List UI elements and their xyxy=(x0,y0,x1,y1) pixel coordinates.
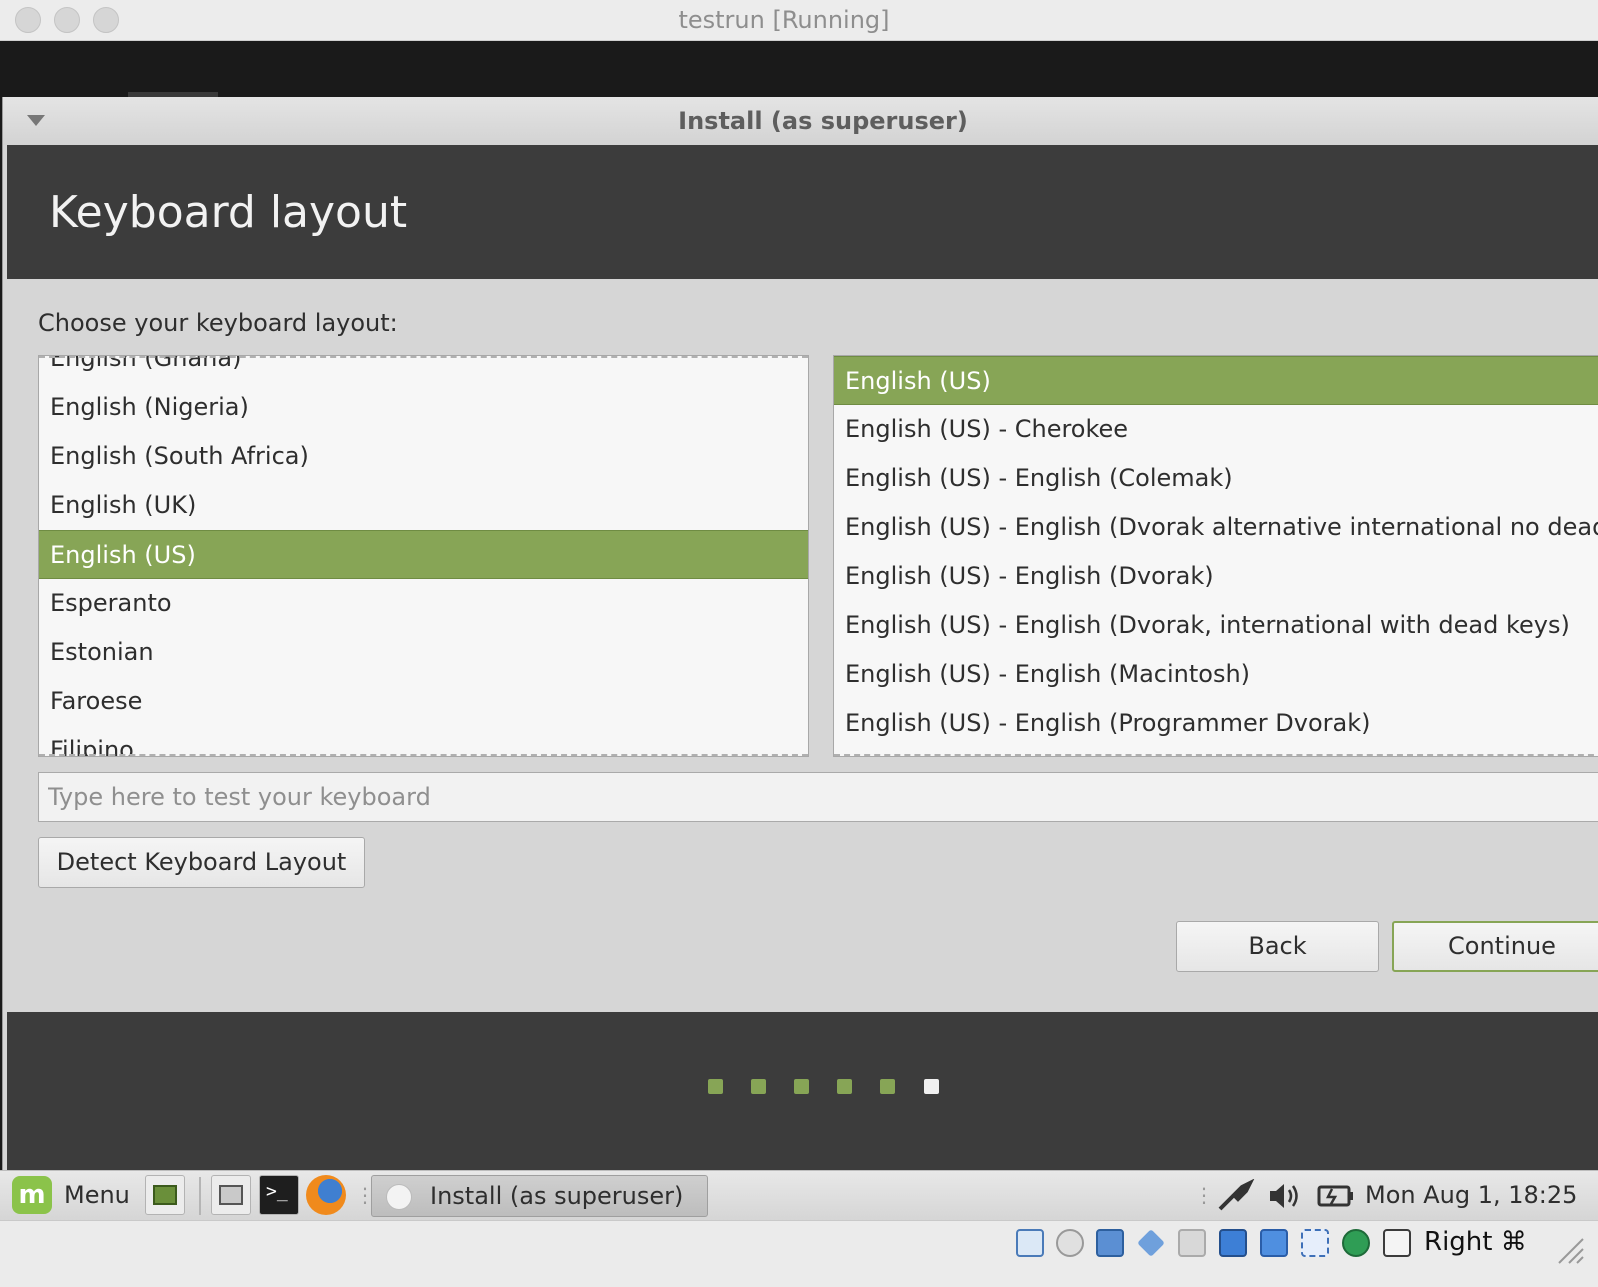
progress-footer xyxy=(7,1012,1598,1170)
layout-list-item[interactable]: English (South Africa) xyxy=(39,432,808,481)
clock[interactable]: Mon Aug 1, 18:25 xyxy=(1365,1181,1577,1209)
progress-step-dot-current xyxy=(924,1079,939,1094)
mouse-integration-icon[interactable] xyxy=(1383,1229,1411,1257)
host-window-titlebar: testrun [Running] xyxy=(0,0,1598,41)
terminal-icon: >_ xyxy=(266,1181,288,1202)
usb-icon[interactable] xyxy=(1137,1229,1165,1257)
terminal-launcher[interactable]: >_ xyxy=(259,1175,299,1215)
variant-list-item[interactable]: English (US) - English (Programmer Dvora… xyxy=(834,699,1598,748)
progress-step-dot xyxy=(880,1079,895,1094)
page-header: Keyboard layout xyxy=(7,145,1598,279)
cpu-icon[interactable] xyxy=(1301,1229,1329,1257)
installer-window: Install (as superuser) Keyboard layout C… xyxy=(2,97,1598,1170)
optical-drive-icon[interactable] xyxy=(1056,1229,1084,1257)
resize-grip-icon[interactable] xyxy=(1545,1225,1585,1265)
vt-x-icon[interactable] xyxy=(1342,1229,1370,1257)
progress-step-dot xyxy=(751,1079,766,1094)
network-icon[interactable] xyxy=(1216,1178,1256,1220)
audio-icon[interactable] xyxy=(1096,1229,1124,1257)
variant-list-item[interactable]: English (US) - English (Dvorak alternati… xyxy=(834,503,1598,552)
layout-list-item[interactable]: Filipino xyxy=(39,726,808,756)
variant-list-item[interactable]: English (US) - English (Dvorak, internat… xyxy=(834,601,1598,650)
host-window-title: testrun [Running] xyxy=(678,6,890,34)
progress-step-dot xyxy=(794,1079,809,1094)
firefox-icon[interactable] xyxy=(306,1175,346,1215)
layout-list-item[interactable]: English (Ghana) xyxy=(39,356,808,383)
taskbar: m Menu >_ ⋮ Install (as superuser) ⋮ Mon… xyxy=(0,1170,1598,1221)
display-icon[interactable] xyxy=(1219,1229,1247,1257)
page-title: Keyboard layout xyxy=(49,187,408,238)
computer-icon xyxy=(219,1185,243,1205)
variant-list-item-selected[interactable]: English (US) xyxy=(834,356,1598,405)
menu-button-label[interactable]: Menu xyxy=(64,1181,130,1209)
detect-keyboard-layout-button[interactable]: Detect Keyboard Layout xyxy=(38,837,365,888)
network-adapter-icon[interactable] xyxy=(1260,1229,1288,1257)
hard-disk-icon[interactable] xyxy=(1016,1229,1044,1257)
variant-list-item[interactable]: English (US) - English (Colemak) xyxy=(834,454,1598,503)
desktop-icon xyxy=(153,1185,177,1205)
taskbar-window-button[interactable]: Install (as superuser) xyxy=(371,1175,708,1217)
host-key-label: Right ⌘ xyxy=(1424,1227,1527,1257)
show-desktop-button[interactable] xyxy=(145,1175,185,1215)
progress-step-dot xyxy=(837,1079,852,1094)
progress-step-dot xyxy=(708,1079,723,1094)
taskbar-window-label: Install (as superuser) xyxy=(430,1182,684,1210)
mint-menu-icon[interactable]: m xyxy=(12,1176,52,1214)
vbox-status-bar: Right ⌘ xyxy=(0,1220,1598,1287)
variant-list-item[interactable]: English (US) - English (Dvorak) xyxy=(834,552,1598,601)
variant-list-item[interactable]: English (US) - Cherokee xyxy=(834,405,1598,454)
keyboard-test-input[interactable] xyxy=(38,772,1598,822)
layout-list-item-selected[interactable]: English (US) xyxy=(39,530,808,579)
layout-list-item[interactable]: Esperanto xyxy=(39,579,808,628)
layout-list-item[interactable]: English (Nigeria) xyxy=(39,383,808,432)
file-manager-launcher[interactable] xyxy=(211,1175,251,1215)
installer-titlebar[interactable]: Install (as superuser) xyxy=(3,97,1598,145)
back-button[interactable]: Back xyxy=(1176,921,1379,972)
layout-list-item[interactable]: English (UK) xyxy=(39,481,808,530)
choose-layout-label: Choose your keyboard layout: xyxy=(38,309,398,337)
scroll-edge-bottom xyxy=(39,754,808,756)
shared-folder-icon[interactable] xyxy=(1178,1229,1206,1257)
scroll-edge-top xyxy=(39,356,808,358)
layout-list[interactable]: English (Ghana) English (Nigeria) Englis… xyxy=(38,355,809,757)
layout-list-item[interactable]: Estonian xyxy=(39,628,808,677)
volume-icon[interactable] xyxy=(1266,1179,1306,1220)
battery-icon[interactable] xyxy=(1316,1179,1356,1220)
continue-button[interactable]: Continue xyxy=(1392,921,1598,972)
disc-icon xyxy=(386,1184,412,1210)
scroll-edge-bottom xyxy=(834,754,1598,756)
installer-window-title: Install (as superuser) xyxy=(678,107,968,135)
layout-list-item[interactable]: Faroese xyxy=(39,677,808,726)
panel-separator xyxy=(199,1177,201,1215)
tray-handle-icon: ⋮ xyxy=(1194,1183,1214,1207)
variant-list-item[interactable]: English (US) - English (Macintosh) xyxy=(834,650,1598,699)
variant-list[interactable]: English (US) English (US) - Cherokee Eng… xyxy=(833,355,1598,757)
